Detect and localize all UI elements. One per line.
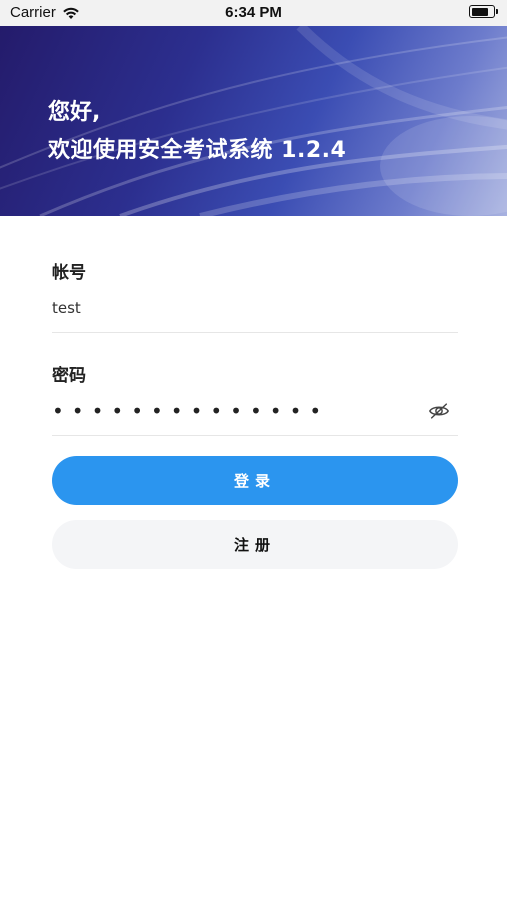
eye-off-icon[interactable] xyxy=(428,400,450,422)
login-form: 帐号 test 密码 •••••••••••••• xyxy=(52,258,458,436)
account-field[interactable]: test xyxy=(52,283,458,333)
account-label: 帐号 xyxy=(52,263,86,283)
password-field[interactable]: •••••••••••••• xyxy=(52,386,458,436)
password-input[interactable]: •••••••••••••• xyxy=(52,401,329,421)
password-label: 密码 xyxy=(52,366,86,386)
status-time: 6:34 PM xyxy=(225,4,282,21)
register-button[interactable]: 注册 xyxy=(52,520,458,569)
battery-icon xyxy=(469,5,498,18)
status-bar: Carrier 6:34 PM xyxy=(0,0,507,26)
header-banner: 您好, 欢迎使用安全考试系统 1.2.4 xyxy=(0,26,507,216)
account-input[interactable]: test xyxy=(52,299,81,317)
login-button[interactable]: 登录 xyxy=(52,456,458,505)
banner-text: 您好, 欢迎使用安全考试系统 1.2.4 xyxy=(48,98,346,166)
greeting-text: 您好, xyxy=(48,100,101,125)
welcome-title: 欢迎使用安全考试系统 1.2.4 xyxy=(48,138,347,163)
